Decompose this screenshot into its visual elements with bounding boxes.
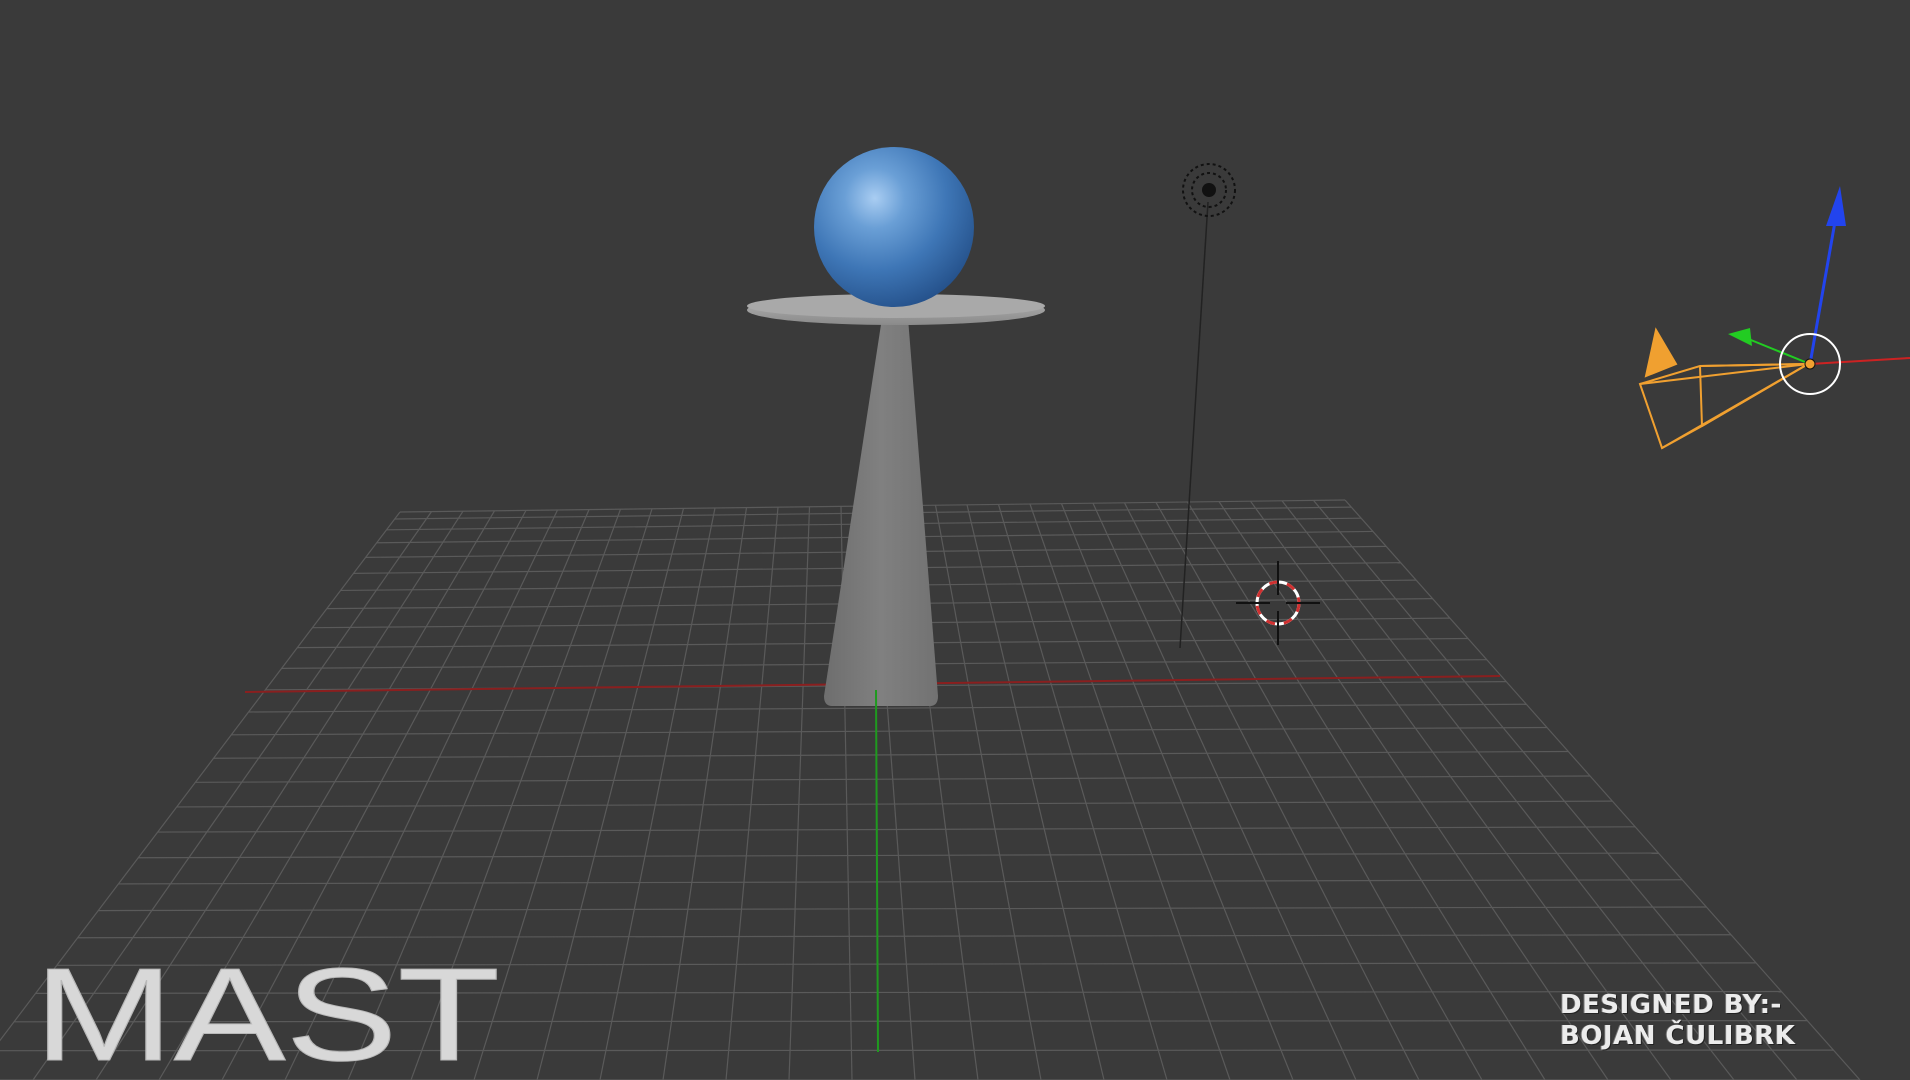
grid-line: [966, 504, 1105, 1080]
grid-line: [934, 505, 1042, 1080]
grid-line: [1123, 502, 1420, 1080]
sphere-object[interactable]: [814, 147, 974, 307]
gizmo-z-arrow-icon: [1826, 186, 1846, 226]
lamp-line: [1179, 201, 1209, 649]
gizmo-y-arrow-icon: [1728, 328, 1752, 346]
transform-gizmo[interactable]: [1728, 186, 1910, 395]
gizmo-x-axis: [1809, 357, 1910, 365]
3d-viewport[interactable]: MAST DESIGNED BY:- BOJAN ČULIBRK: [0, 0, 1910, 1080]
mast-logo: MAST: [34, 948, 500, 1070]
credit-text: DESIGNED BY:- BOJAN ČULIBRK: [1560, 990, 1880, 1060]
credit-line-2: BOJAN ČULIBRK: [1560, 1021, 1796, 1051]
credit-line-1: DESIGNED BY:-: [1560, 990, 1782, 1020]
grid-line: [788, 506, 811, 1080]
gizmo-y-axis: [1745, 337, 1811, 365]
grid-line: [599, 507, 716, 1080]
grid-line: [536, 508, 685, 1080]
lamp-icon[interactable]: [1182, 163, 1236, 217]
grid-line: [997, 504, 1168, 1080]
gizmo-origin-dot: [1804, 358, 1816, 370]
camera-object[interactable]: [1638, 327, 1812, 450]
mast-logo-text: MAST: [34, 948, 500, 1070]
y-axis-line: [875, 689, 879, 1053]
grid-line: [1029, 503, 1231, 1080]
grid-line: [1155, 502, 1483, 1080]
gizmo-z-axis: [1808, 215, 1838, 365]
grid-line: [1060, 503, 1294, 1080]
scene-canvas[interactable]: [0, 0, 1910, 1080]
grid-line: [1186, 501, 1546, 1080]
grid-line: [1092, 502, 1357, 1080]
